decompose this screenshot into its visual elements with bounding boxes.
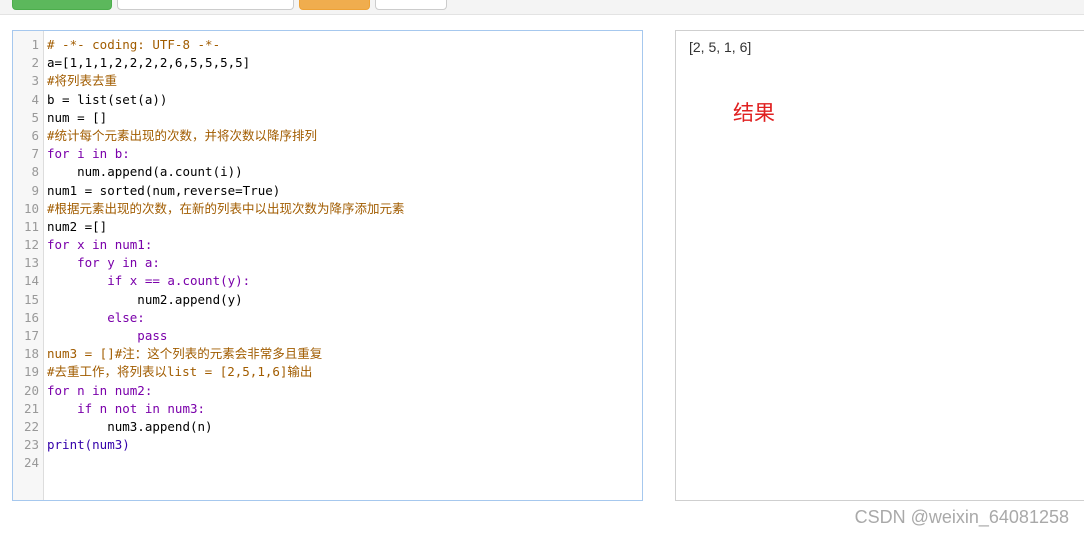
code-line: 19 #去重工作，将列表以list = [2,5,1,6]输出: [13, 363, 642, 381]
line-number: 18: [23, 346, 39, 362]
code-text: if n not in num3:: [47, 400, 206, 416]
code-text: # -*- coding: UTF-8 -*-: [47, 37, 221, 52]
line-number: 17: [23, 328, 39, 343]
watermark: CSDN @weixin_64081258: [854, 507, 1069, 527]
line-number: 6: [31, 127, 39, 143]
code-line: 17 pass: [13, 327, 642, 345]
code-text: print(num3): [47, 437, 130, 453]
code-line: 4 b = list(set(a)): [13, 91, 642, 109]
code-text: num2.append(y): [47, 291, 243, 307]
code-text: num1 = sorted(num,reverse=True): [47, 182, 281, 198]
code-line: 24: [13, 454, 642, 472]
code-text: num.append(a.count(i)): [47, 164, 243, 180]
code-line: 21 if n not in num3:: [13, 400, 642, 418]
code-text: for i in b:: [47, 146, 130, 162]
code-text: for x in num1:: [47, 237, 153, 253]
secondary-button[interactable]: [375, 0, 447, 10]
line-number: 10: [23, 200, 39, 216]
code-line: 11 num2 =[]: [13, 218, 642, 236]
output-panel: [2, 5, 1, 6] 结果: [675, 30, 1084, 501]
code-line: 18 num3 = []#注：这个列表的元素会非常多且重复: [13, 345, 642, 363]
line-number: 3: [31, 73, 39, 89]
code-line: 23 print(num3): [13, 436, 642, 454]
code-line: 5 num = []: [13, 109, 642, 127]
code-text: for n in num2:: [47, 382, 153, 398]
line-number: 13: [23, 255, 39, 271]
line-number: 8: [31, 164, 39, 180]
line-number: 21: [23, 400, 39, 416]
output-text: [2, 5, 1, 6]: [689, 39, 752, 55]
result-annotation: 结果: [733, 101, 775, 125]
line-number: 16: [23, 309, 39, 325]
code-line: 14 if x == a.count(y):: [13, 272, 642, 290]
code-line: 16 else:: [13, 309, 642, 327]
line-number: 22: [23, 418, 39, 434]
code-text: num3.append(n): [47, 418, 213, 434]
code-line: 13 for y in a:: [13, 254, 642, 272]
line-number: 1: [31, 37, 39, 52]
code-text: for y in a:: [47, 255, 160, 271]
line-number: 23: [23, 437, 39, 453]
line-number: 7: [31, 146, 39, 162]
code-lines: 1 # -*- coding: UTF-8 -*- 2 a=[1,1,1,2,2,2…: [13, 36, 642, 473]
line-number: 24: [23, 455, 39, 471]
code-text: #根据元素出现的次数，在新的列表中以出现次数为降序添加元素: [47, 200, 405, 216]
code-line: 2 a=[1,1,1,2,2,2,2,6,5,5,5,5]: [13, 54, 642, 72]
run-button[interactable]: [12, 0, 112, 10]
code-text: #统计每个元素出现的次数，并将次数以降序排列: [47, 127, 318, 143]
code-line: 20 for n in num2:: [13, 382, 642, 400]
code-line: 22 num3.append(n): [13, 418, 642, 436]
code-text: num2 =[]: [47, 218, 108, 234]
code-text: num = []: [47, 109, 108, 125]
code-line: 10 #根据元素出现的次数，在新的列表中以出现次数为降序添加元素: [13, 200, 642, 218]
code-text: pass: [47, 328, 168, 343]
code-line: 6 #统计每个元素出现的次数，并将次数以降序排列: [13, 127, 642, 145]
code-text: num3 = []#注：这个列表的元素会非常多且重复: [47, 346, 323, 362]
action-button[interactable]: [299, 0, 370, 10]
line-number: 19: [23, 364, 39, 380]
code-text: a=[1,1,1,2,2,2,2,6,5,5,5,5]: [47, 55, 251, 71]
code-line: 8 num.append(a.count(i)): [13, 163, 642, 181]
code-text: #去重工作，将列表以list = [2,5,1,6]输出: [47, 364, 313, 380]
code-text: b = list(set(a)): [47, 91, 168, 107]
code-editor[interactable]: 1 # -*- coding: UTF-8 -*- 2 a=[1,1,1,2,2,2…: [12, 30, 643, 501]
code-line: 3 #将列表去重: [13, 72, 642, 90]
line-number: 15: [23, 291, 39, 307]
code-text: else:: [47, 309, 145, 325]
code-line: 15 num2.append(y): [13, 291, 642, 309]
line-number: 9: [31, 182, 39, 198]
code-line: 12 for x in num1:: [13, 236, 642, 254]
line-number: 20: [23, 382, 39, 398]
line-number: 2: [31, 55, 39, 71]
code-line: 1 # -*- coding: UTF-8 -*-: [13, 36, 642, 54]
line-number: 11: [23, 218, 39, 234]
language-select[interactable]: [117, 0, 294, 10]
line-number: 12: [23, 237, 39, 253]
code-line: 9 num1 = sorted(num,reverse=True): [13, 182, 642, 200]
line-number: 14: [23, 273, 39, 289]
code-line: 7 for i in b:: [13, 145, 642, 163]
line-number: 5: [31, 109, 39, 125]
line-number: 4: [31, 91, 39, 107]
code-text: #将列表去重: [47, 73, 118, 89]
toolbar: [0, 0, 1084, 15]
code-text: if x == a.count(y):: [47, 273, 251, 289]
